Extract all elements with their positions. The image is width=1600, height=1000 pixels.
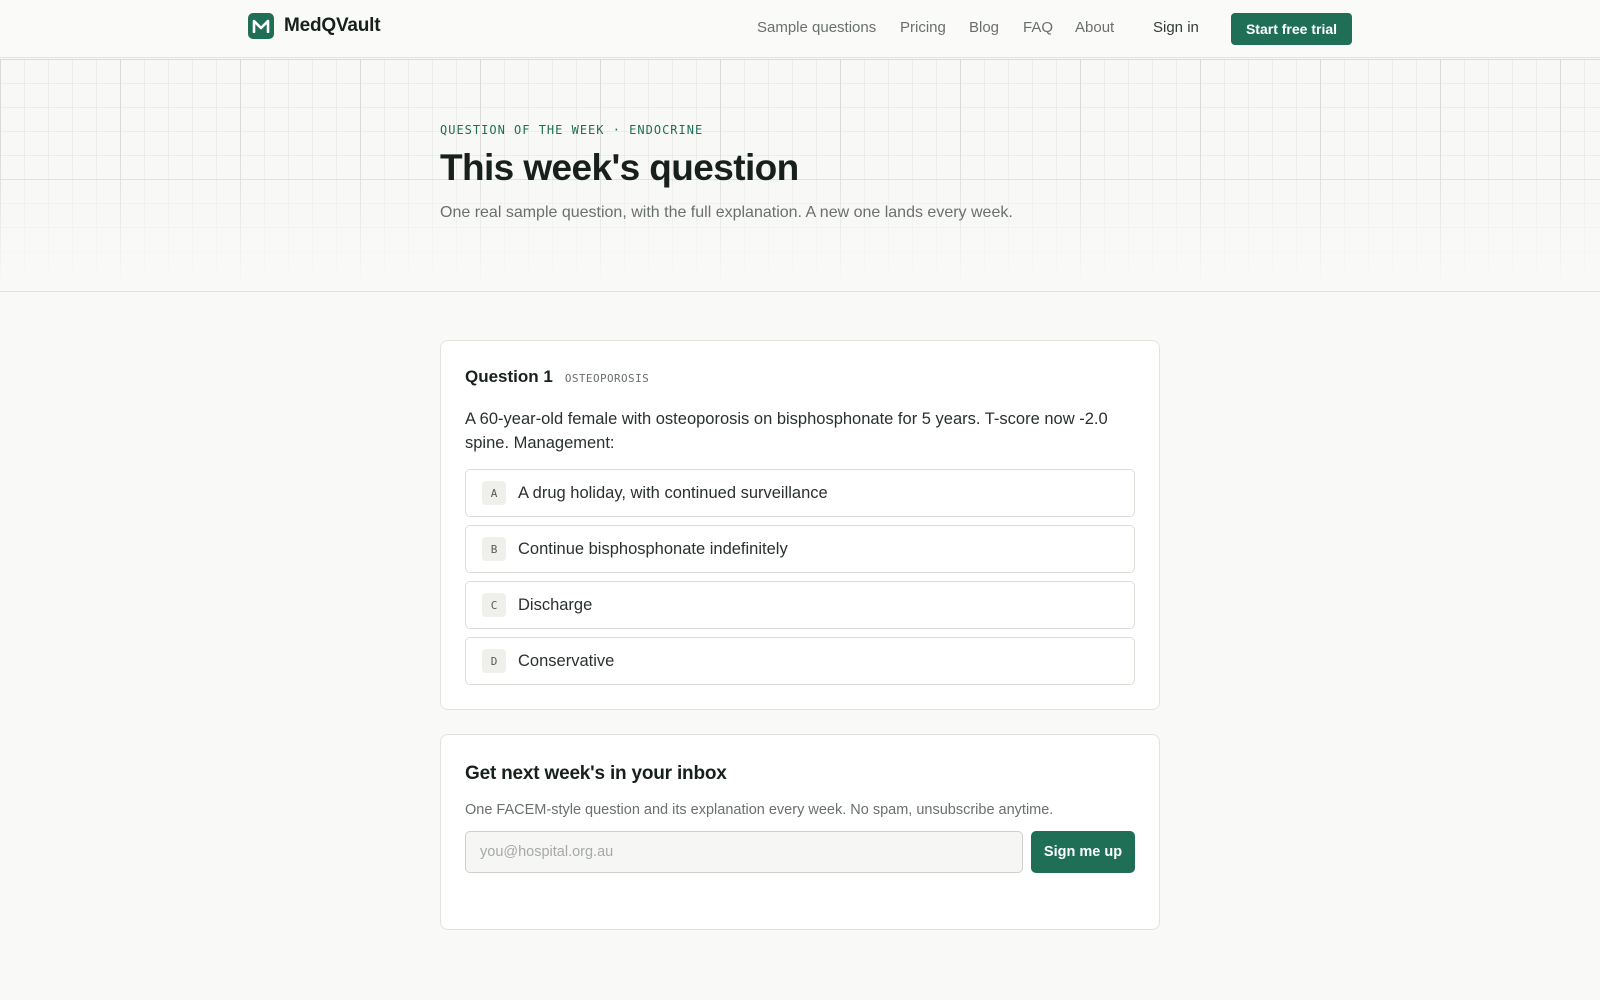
nav-link-pricing[interactable]: Pricing (900, 19, 969, 36)
brand[interactable]: MedQVault (248, 13, 381, 39)
hero: QUESTION OF THE WEEK · ENDOCRINE This we… (0, 59, 1600, 292)
question-header: Question 1 OSTEOPOROSIS (465, 367, 649, 387)
nav-link-faq[interactable]: FAQ (1023, 19, 1075, 36)
page-title: This week's question (440, 147, 799, 188)
email-input[interactable] (465, 831, 1023, 873)
signup-title: Get next week's in your inbox (465, 763, 727, 784)
hero-eyebrow: QUESTION OF THE WEEK · ENDOCRINE (440, 123, 704, 137)
sign-me-up-button[interactable]: Sign me up (1031, 831, 1135, 873)
option-text: Continue bisphosphonate indefinitely (518, 539, 788, 558)
answer-option-b[interactable]: B Continue bisphosphonate indefinitely (465, 525, 1135, 573)
nav-link-about[interactable]: About (1075, 19, 1155, 36)
question-stem: A 60-year-old female with osteoporosis o… (465, 410, 1108, 452)
option-text: A drug holiday, with continued surveilla… (518, 483, 828, 502)
question-number: Question 1 (465, 367, 553, 386)
hero-subtitle: One real sample question, with the full … (440, 204, 1013, 221)
newsletter-signup-card: Get next week's in your inbox One FACEM-… (440, 734, 1160, 930)
option-letter-badge: C (482, 593, 506, 617)
option-text: Discharge (518, 595, 593, 614)
answer-options: A A drug holiday, with continued surveil… (465, 469, 1135, 693)
nav-link-sample-questions[interactable]: Sample questions (757, 19, 900, 36)
question-topic-tag: OSTEOPOROSIS (564, 372, 650, 385)
start-free-trial-button[interactable]: Start free trial (1231, 13, 1352, 45)
brand-name: MedQVault (284, 15, 381, 36)
answer-option-a[interactable]: A A drug holiday, with continued surveil… (465, 469, 1135, 517)
sign-in-link[interactable]: Sign in (1153, 19, 1199, 36)
nav-links: Sample questions Pricing Blog FAQ About (757, 19, 1155, 36)
nav-link-blog[interactable]: Blog (969, 19, 1023, 36)
answer-option-c[interactable]: C Discharge (465, 581, 1135, 629)
signup-subtitle: One FACEM-style question and its explana… (465, 802, 1054, 818)
answer-option-d[interactable]: D Conservative (465, 637, 1135, 685)
option-text: Conservative (518, 651, 615, 670)
logo-icon (248, 13, 274, 39)
option-letter-badge: A (482, 481, 506, 505)
option-letter-badge: D (482, 649, 506, 673)
question-card: Question 1 OSTEOPOROSIS A 60-year-old fe… (440, 340, 1160, 710)
option-letter-badge: B (482, 537, 506, 561)
top-nav: MedQVault Sample questions Pricing Blog … (0, 0, 1600, 58)
